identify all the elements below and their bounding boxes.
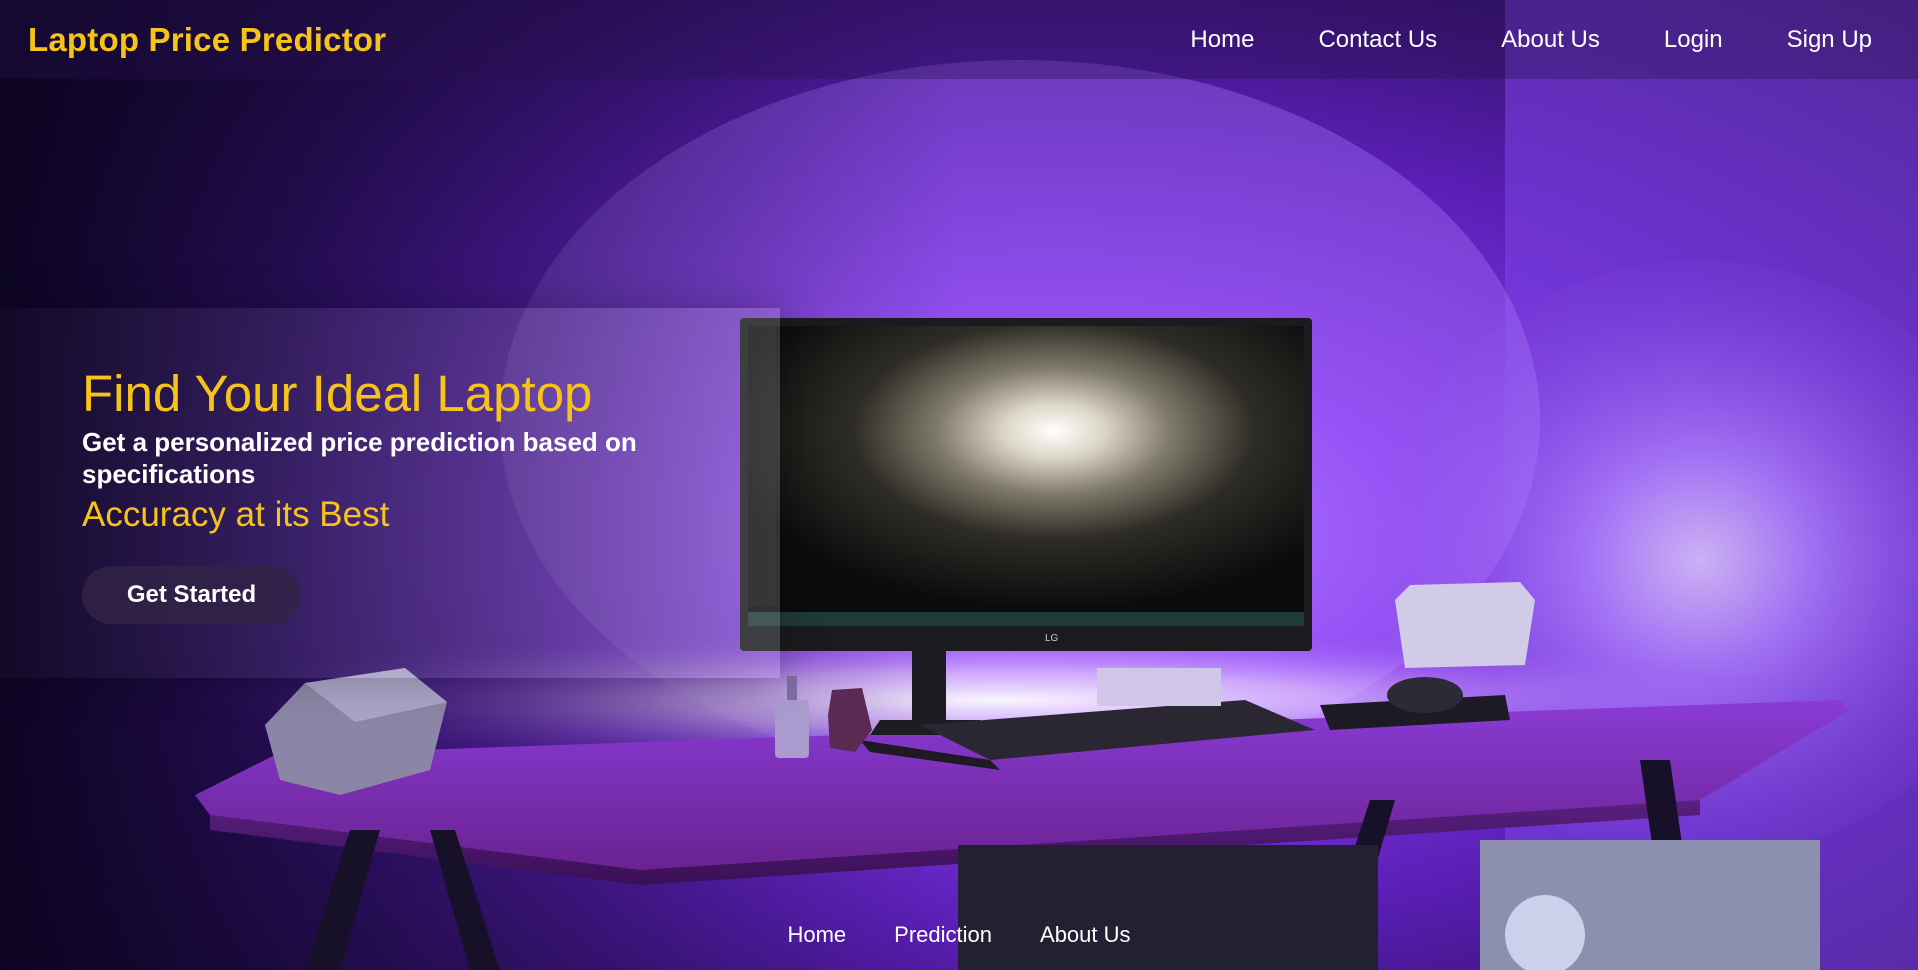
top-navbar: Laptop Price Predictor Home Contact Us A… (0, 0, 1918, 79)
nav-link-login[interactable]: Login (1664, 26, 1723, 54)
nav-link-contact-us[interactable]: Contact Us (1318, 26, 1437, 54)
footer-link-prediction[interactable]: Prediction (894, 922, 992, 952)
nav-link-about-us[interactable]: About Us (1501, 26, 1600, 54)
hero-subtitle: Get a personalized price prediction base… (82, 427, 637, 489)
hero-title: Find Your Ideal Laptop (82, 365, 593, 422)
hero-section: Find Your Ideal Laptop Get a personalize… (82, 362, 722, 624)
footer-link-home[interactable]: Home (787, 922, 846, 952)
page: LG Laptop Price Predictor Home Contact U… (0, 0, 1918, 970)
nav-link-home[interactable]: Home (1190, 26, 1254, 54)
svg-text:LG: LG (1045, 633, 1059, 644)
hero-tagline: Accuracy at its Best (82, 495, 390, 534)
brand-logo-text[interactable]: Laptop Price Predictor (28, 21, 386, 59)
nav-link-sign-up[interactable]: Sign Up (1787, 26, 1872, 54)
footer-link-about-us[interactable]: About Us (1040, 922, 1131, 952)
top-nav-links: Home Contact Us About Us Login Sign Up (1190, 26, 1890, 54)
get-started-button[interactable]: Get Started (82, 566, 301, 624)
footer-nav: Home Prediction About Us (0, 922, 1918, 952)
